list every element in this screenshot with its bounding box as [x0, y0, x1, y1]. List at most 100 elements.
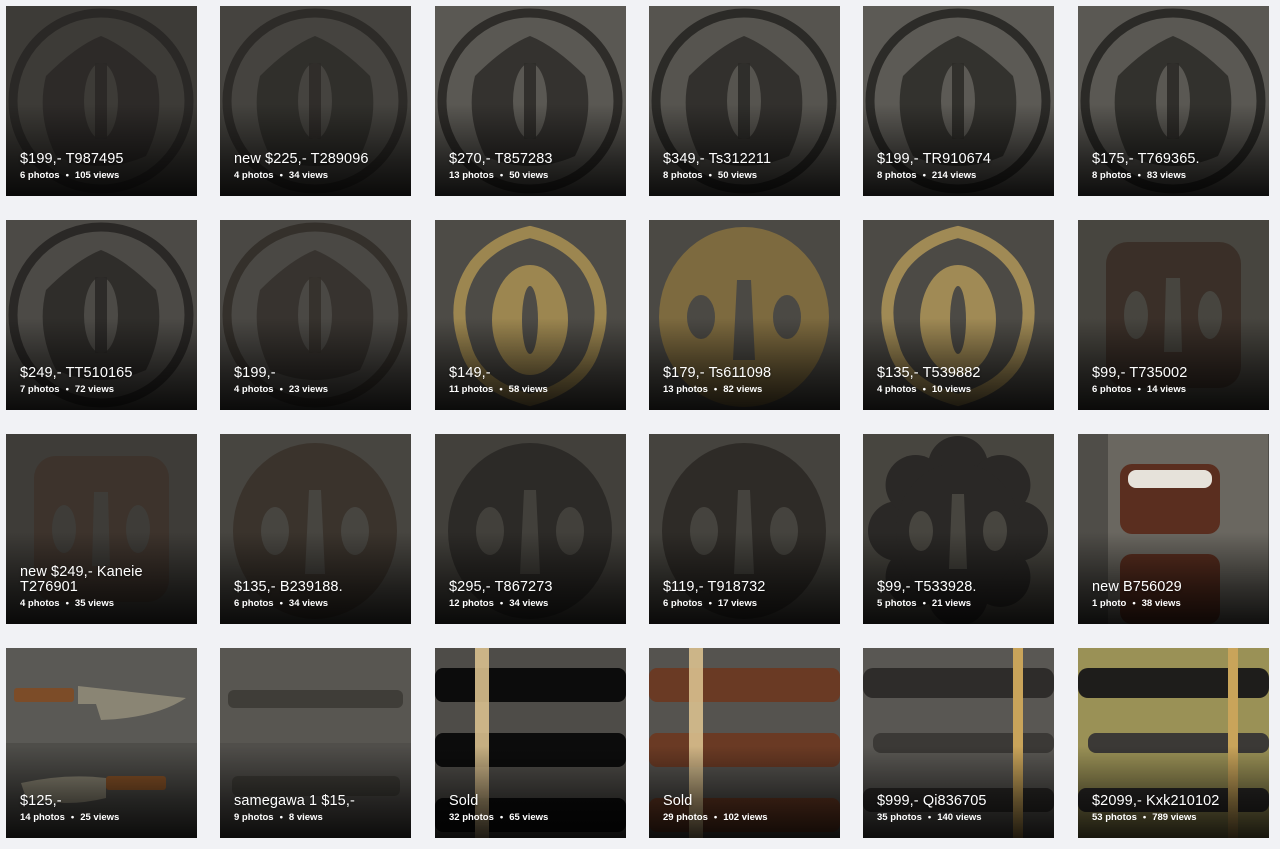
caption-gradient: [220, 746, 411, 838]
album-caption: $270,- T857283 13 photos • 50 views: [449, 152, 618, 182]
album-title: samegawa 1 $15,-: [234, 793, 355, 809]
album-stats: 32 photos • 65 views: [449, 812, 618, 823]
album-caption: $249,- TT510165 7 photos • 72 views: [20, 366, 189, 396]
photo-count: 35 photos: [877, 812, 922, 823]
album-tile[interactable]: $99,- T735002 6 photos • 14 views: [1078, 220, 1269, 410]
separator-dot-icon: •: [922, 384, 926, 395]
album-caption: $199,- 4 photos • 23 views: [234, 366, 403, 396]
album-stats: 8 photos • 214 views: [877, 170, 1046, 181]
album-tile[interactable]: $199,- 4 photos • 23 views: [220, 220, 411, 410]
album-tile[interactable]: $135,- T539882 4 photos • 10 views: [863, 220, 1054, 410]
album-tile[interactable]: new B756029 1 photo • 38 views: [1078, 434, 1269, 624]
album-tile[interactable]: $199,- T987495 6 photos • 105 views: [6, 6, 197, 196]
album-tile[interactable]: $149,- 11 photos • 58 views: [435, 220, 626, 410]
album-caption: $295,- T867273 12 photos • 34 views: [449, 580, 618, 610]
album-title: $349,- Ts312211: [663, 151, 772, 167]
album-caption: $99,- T735002 6 photos • 14 views: [1092, 366, 1261, 396]
album-title: $99,- T533928.: [877, 579, 977, 595]
album-stats: 29 photos • 102 views: [663, 812, 832, 823]
photo-count: 14 photos: [20, 812, 65, 823]
album-tile[interactable]: $349,- Ts312211 8 photos • 50 views: [649, 6, 840, 196]
album-stats: 35 photos • 140 views: [877, 812, 1046, 823]
photo-count: 4 photos: [234, 384, 274, 395]
album-stats: 13 photos • 50 views: [449, 170, 618, 181]
album-stats: 12 photos • 34 views: [449, 598, 618, 609]
photo-count: 13 photos: [663, 384, 708, 395]
album-tile[interactable]: $270,- T857283 13 photos • 50 views: [435, 6, 626, 196]
photo-count: 11 photos: [449, 384, 494, 395]
view-count: 58 views: [508, 384, 548, 395]
view-count: 34 views: [288, 598, 329, 609]
album-stats: 4 photos • 35 views: [20, 598, 189, 609]
album-tile[interactable]: $2099,- Kxk210102 53 photos • 789 views: [1078, 648, 1269, 838]
album-title: $125,-: [20, 793, 62, 809]
album-tile[interactable]: $295,- T867273 12 photos • 34 views: [435, 434, 626, 624]
album-tile[interactable]: $999,- Qi836705 35 photos • 140 views: [863, 648, 1054, 838]
separator-dot-icon: •: [922, 598, 926, 609]
photo-count: 4 photos: [20, 598, 60, 609]
view-count: 21 views: [931, 598, 972, 609]
view-count: 65 views: [509, 812, 549, 823]
separator-dot-icon: •: [65, 384, 69, 395]
album-title: $135,- T539882: [877, 365, 981, 381]
caption-gradient: [220, 318, 411, 410]
separator-dot-icon: •: [927, 812, 932, 823]
separator-dot-icon: •: [499, 812, 504, 823]
album-title: $135,- B239188.: [234, 579, 343, 595]
caption-gradient: [1078, 318, 1269, 410]
album-caption: new $249,- Kaneie T276901 4 photos • 35 vie…: [20, 564, 189, 610]
caption-gradient: [6, 318, 197, 410]
photo-count: 53 photos: [1092, 812, 1137, 823]
view-count: 38 views: [1141, 598, 1181, 609]
view-count: 17 views: [717, 598, 758, 609]
album-tile[interactable]: $99,- T533928. 5 photos • 21 views: [863, 434, 1054, 624]
photo-count: 6 photos: [20, 170, 60, 181]
photo-count: 9 photos: [234, 812, 274, 823]
caption-gradient: [863, 104, 1054, 196]
separator-dot-icon: •: [713, 812, 718, 823]
separator-dot-icon: •: [499, 170, 504, 181]
album-tile[interactable]: Sold 32 photos • 65 views: [435, 648, 626, 838]
album-tile[interactable]: $135,- B239188. 6 photos • 34 views: [220, 434, 411, 624]
album-tile[interactable]: Sold 29 photos • 102 views: [649, 648, 840, 838]
photo-count: 6 photos: [663, 598, 703, 609]
album-title: new $249,- Kaneie T276901: [20, 564, 143, 595]
album-stats: 6 photos • 105 views: [20, 170, 189, 181]
view-count: 214 views: [931, 170, 977, 181]
album-title: new $225,- T289096: [234, 151, 369, 167]
photo-count: 32 photos: [449, 812, 494, 823]
album-title: $999,- Qi836705: [877, 793, 987, 809]
album-title: $2099,- Kxk210102: [1092, 793, 1220, 809]
caption-gradient: [435, 746, 626, 838]
separator-dot-icon: •: [70, 812, 75, 823]
album-stats: 8 photos • 50 views: [663, 170, 832, 181]
album-tile[interactable]: $119,- T918732 6 photos • 17 views: [649, 434, 840, 624]
caption-gradient: [435, 532, 626, 624]
photo-count: 12 photos: [449, 598, 494, 609]
album-caption: $135,- T539882 4 photos • 10 views: [877, 365, 1046, 396]
album-title: $199,- T987495: [20, 151, 124, 167]
album-caption: $119,- T918732 6 photos • 17 views: [663, 580, 832, 610]
album-tile[interactable]: new $249,- Kaneie T276901 4 photos • 35 vie…: [6, 434, 197, 624]
album-tile[interactable]: $249,- TT510165 7 photos • 72 views: [6, 220, 197, 410]
album-tile[interactable]: $199,- TR910674 8 photos • 214 views: [863, 6, 1054, 196]
separator-dot-icon: •: [922, 170, 926, 181]
separator-dot-icon: •: [713, 384, 718, 395]
album-stats: 4 photos • 23 views: [234, 384, 403, 395]
view-count: 23 views: [288, 384, 329, 395]
view-count: 82 views: [723, 384, 763, 395]
separator-dot-icon: •: [279, 598, 283, 609]
photo-count: 7 photos: [20, 384, 60, 395]
album-tile[interactable]: $179,- Ts611098 13 photos • 82 views: [649, 220, 840, 410]
album-tile[interactable]: $175,- T769365. 8 photos • 83 views: [1078, 6, 1269, 196]
album-stats: 1 photo • 38 views: [1092, 598, 1261, 609]
caption-gradient: [6, 746, 197, 838]
album-tile[interactable]: $125,- 14 photos • 25 views: [6, 648, 197, 838]
photo-count: 4 photos: [877, 384, 917, 395]
album-tile[interactable]: samegawa 1 $15,- 9 photos • 8 views: [220, 648, 411, 838]
album-caption: $199,- T987495 6 photos • 105 views: [20, 151, 189, 182]
album-stats: 53 photos • 789 views: [1092, 812, 1261, 823]
album-title: $199,- TR910674: [877, 151, 992, 167]
album-tile[interactable]: new $225,- T289096 4 photos • 34 views: [220, 6, 411, 196]
view-count: 35 views: [74, 598, 115, 609]
